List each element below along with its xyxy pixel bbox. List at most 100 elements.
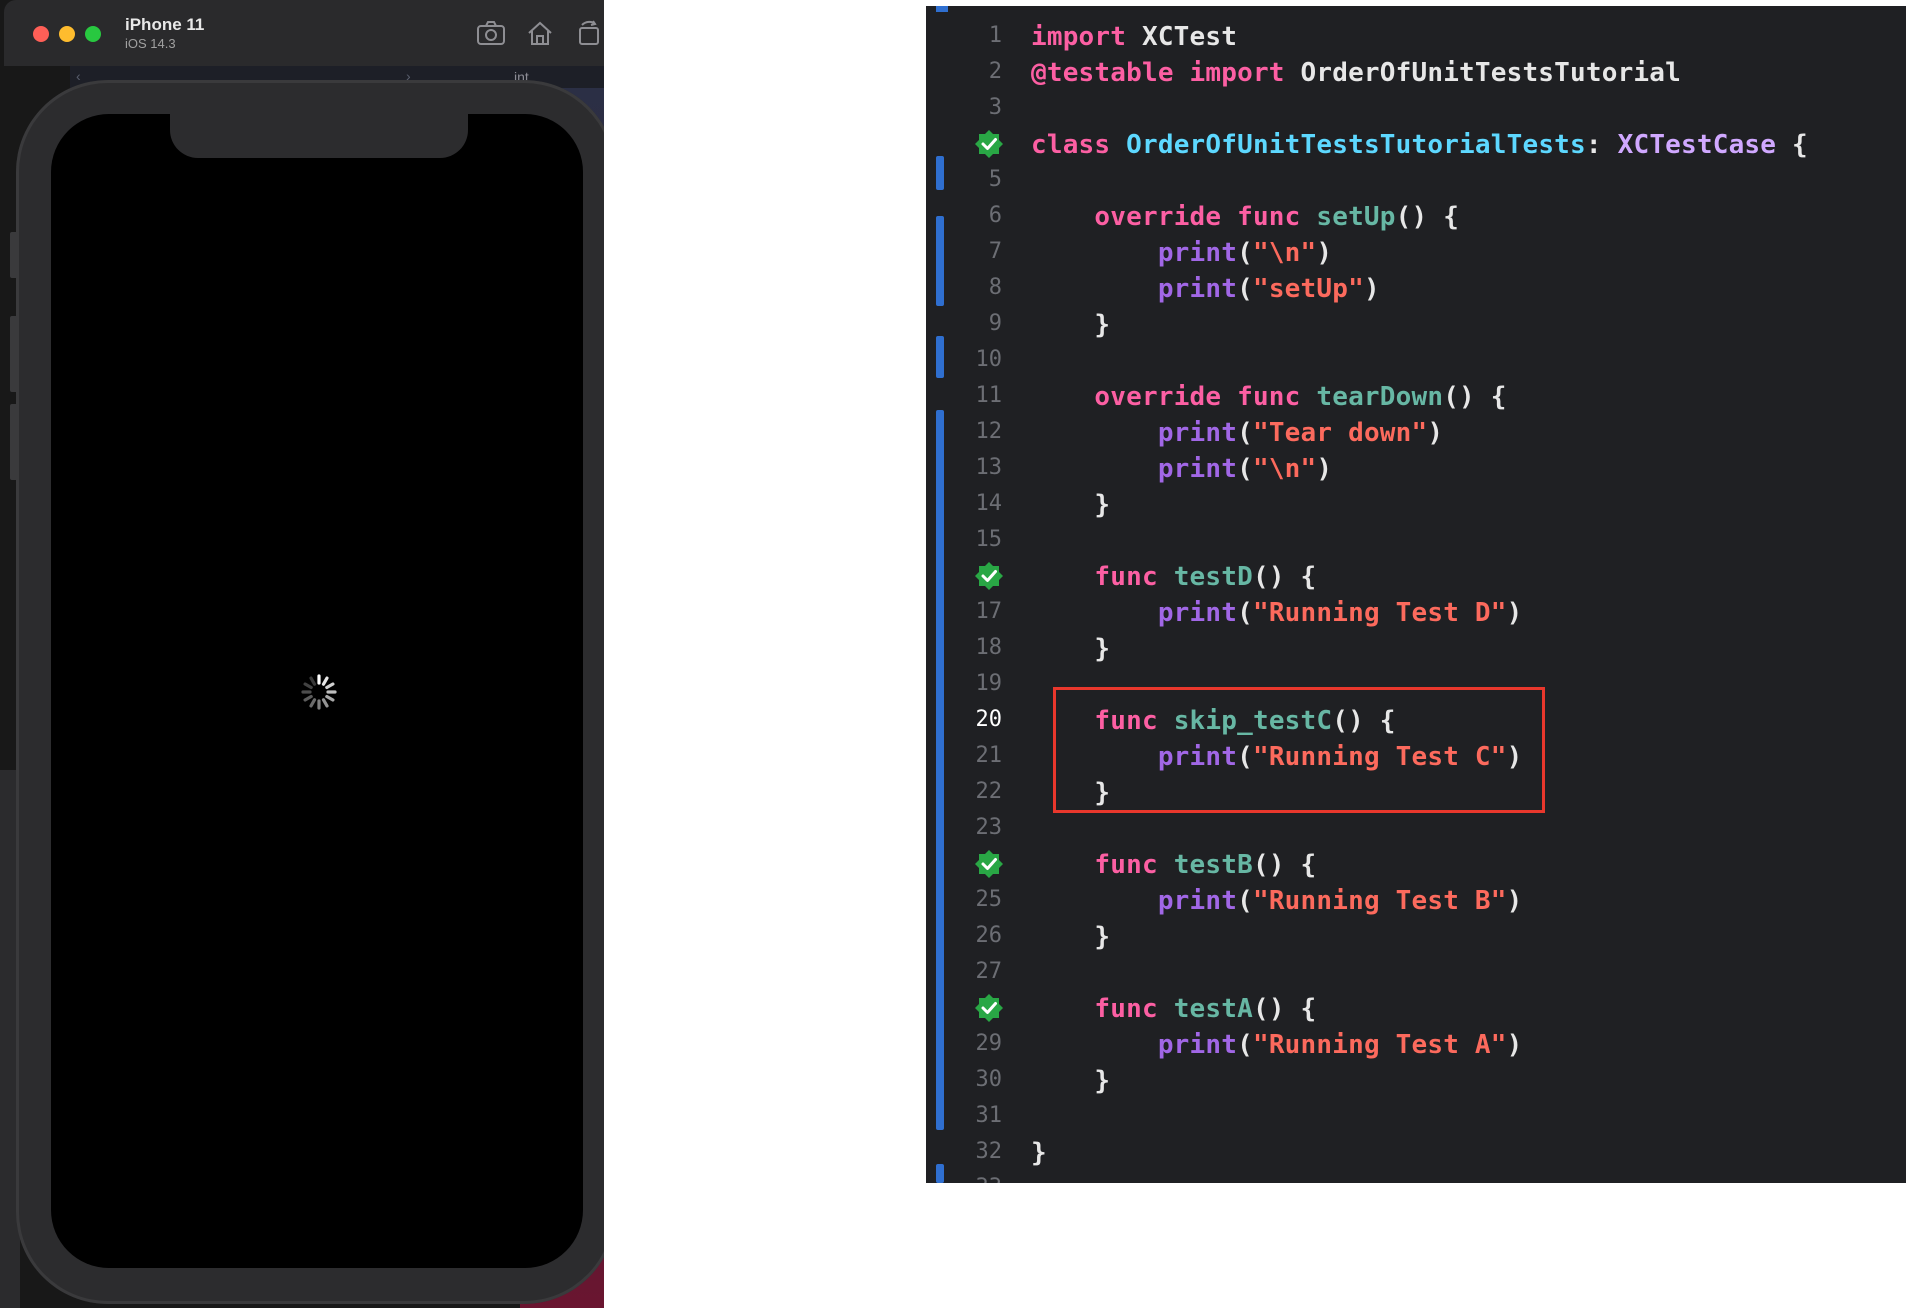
code-token: ) — [1316, 454, 1333, 484]
line-number: 12 — [975, 419, 1003, 444]
device-os-version: iOS 14.3 — [125, 36, 176, 51]
line-number: 19 — [975, 671, 1003, 696]
code-line[interactable]: 33 — [926, 1170, 1906, 1183]
code-token: ) — [1427, 418, 1444, 448]
zoom-window-button[interactable] — [85, 26, 101, 42]
screenshot-icon[interactable] — [476, 20, 506, 46]
device-screen[interactable] — [51, 114, 583, 1268]
code-token: print — [1157, 274, 1238, 304]
code-text: print("Running Test A") — [1031, 1030, 1522, 1060]
code-text: func testA() { — [1031, 994, 1316, 1024]
code-token: setUp — [1316, 202, 1396, 232]
test-passed-icon[interactable] — [974, 561, 1004, 591]
code-token: "\n" — [1252, 238, 1317, 268]
rotate-icon[interactable] — [574, 20, 604, 46]
line-number: 21 — [975, 743, 1003, 768]
code-line[interactable]: 32} — [926, 1134, 1906, 1170]
code-text: print("Tear down") — [1031, 418, 1443, 448]
code-token: () { — [1252, 994, 1317, 1024]
code-line[interactable]: 1 import XCTest — [926, 18, 1906, 54]
code-token: print — [1157, 418, 1238, 448]
code-line[interactable]: 6 override func setUp() { — [926, 198, 1906, 234]
code-line[interactable]: 15 — [926, 522, 1906, 558]
code-token: () { — [1395, 202, 1460, 232]
code-text: } — [1031, 1138, 1047, 1168]
home-icon[interactable] — [525, 20, 555, 46]
code-line[interactable]: 18 } — [926, 630, 1906, 666]
test-passed-icon[interactable] — [974, 993, 1004, 1023]
code-line[interactable]: 12 print("Tear down") — [926, 414, 1906, 450]
code-token: () { — [1252, 562, 1317, 592]
line-number: 26 — [975, 923, 1003, 948]
code-text: print("Running Test D") — [1031, 598, 1522, 628]
code-line[interactable]: 3 — [926, 90, 1906, 126]
code-line[interactable]: 11 override func tearDown() { — [926, 378, 1906, 414]
code-line[interactable]: func testA() { — [926, 990, 1906, 1026]
code-token: XCTestCase — [1617, 130, 1777, 160]
code-token: { — [1776, 130, 1808, 160]
loading-spinner-icon — [299, 672, 339, 712]
test-passed-icon[interactable] — [974, 849, 1004, 879]
code-token: "Running Test B" — [1252, 886, 1507, 916]
minimize-window-button[interactable] — [59, 26, 75, 42]
code-line[interactable]: 27 — [926, 954, 1906, 990]
code-line[interactable]: 23 — [926, 810, 1906, 846]
line-number: 23 — [975, 815, 1003, 840]
code-line[interactable]: 7 print("\n") — [926, 234, 1906, 270]
code-token: "setUp" — [1252, 274, 1364, 304]
code-line[interactable]: 13 print("\n") — [926, 450, 1906, 486]
code-token: print — [1157, 1030, 1238, 1060]
code-token: OrderOfUnitTestsTutorial — [1284, 58, 1681, 88]
close-window-button[interactable] — [33, 26, 49, 42]
code-token: "Running Test D" — [1252, 598, 1507, 628]
code-line[interactable]: 10 — [926, 342, 1906, 378]
code-line[interactable]: func testB() { — [926, 846, 1906, 882]
code-text: print("setUp") — [1031, 274, 1380, 304]
code-line[interactable]: 8 print("setUp") — [926, 270, 1906, 306]
code-token: ) — [1506, 1030, 1523, 1060]
code-line[interactable]: 17 print("Running Test D") — [926, 594, 1906, 630]
code-text: print("Running Test B") — [1031, 886, 1522, 916]
code-token: print — [1157, 454, 1238, 484]
device-name: iPhone 11 — [125, 15, 205, 34]
code-token: ( — [1237, 598, 1253, 628]
code-token: print — [1157, 238, 1238, 268]
code-token: class — [1031, 130, 1111, 160]
code-line[interactable]: 14 } — [926, 486, 1906, 522]
code-line[interactable]: 31 — [926, 1098, 1906, 1134]
code-line[interactable]: 30 } — [926, 1062, 1906, 1098]
line-number: 13 — [975, 455, 1003, 480]
code-text: } — [1031, 490, 1110, 520]
highlight-box — [1053, 687, 1545, 813]
code-text: override func setUp() { — [1031, 202, 1459, 232]
code-token: testA — [1173, 994, 1253, 1024]
code-editor[interactable]: 1 import XCTest 2 @testable import OrderOfU… — [926, 6, 1906, 1183]
code-text: } — [1031, 922, 1110, 952]
line-number: 14 — [975, 491, 1003, 516]
code-line[interactable]: 26 } — [926, 918, 1906, 954]
line-number: 6 — [988, 203, 1002, 228]
line-number: 15 — [975, 527, 1003, 552]
code-line[interactable]: 29 print("Running Test A") — [926, 1026, 1906, 1062]
code-line[interactable]: func testD() { — [926, 558, 1906, 594]
line-number: 9 — [988, 311, 1002, 336]
code-line[interactable]: 5 — [926, 162, 1906, 198]
code-token: () { — [1443, 382, 1507, 412]
code-line[interactable]: 2 @testable import OrderOfUnitTestsTutori… — [926, 54, 1906, 90]
code-token: ( — [1237, 454, 1253, 484]
code-token: () { — [1252, 850, 1317, 880]
code-line[interactable]: class OrderOfUnitTestsTutorialTests: XCT… — [926, 126, 1906, 162]
code-line[interactable]: 9 } — [926, 306, 1906, 342]
code-token: ( — [1237, 274, 1253, 304]
line-number: 18 — [975, 635, 1003, 660]
code-line[interactable]: 25 print("Running Test B") — [926, 882, 1906, 918]
line-number: 11 — [975, 383, 1003, 408]
test-passed-icon[interactable] — [974, 129, 1004, 159]
code-token: ( — [1237, 238, 1253, 268]
code-token: tearDown — [1316, 382, 1444, 412]
